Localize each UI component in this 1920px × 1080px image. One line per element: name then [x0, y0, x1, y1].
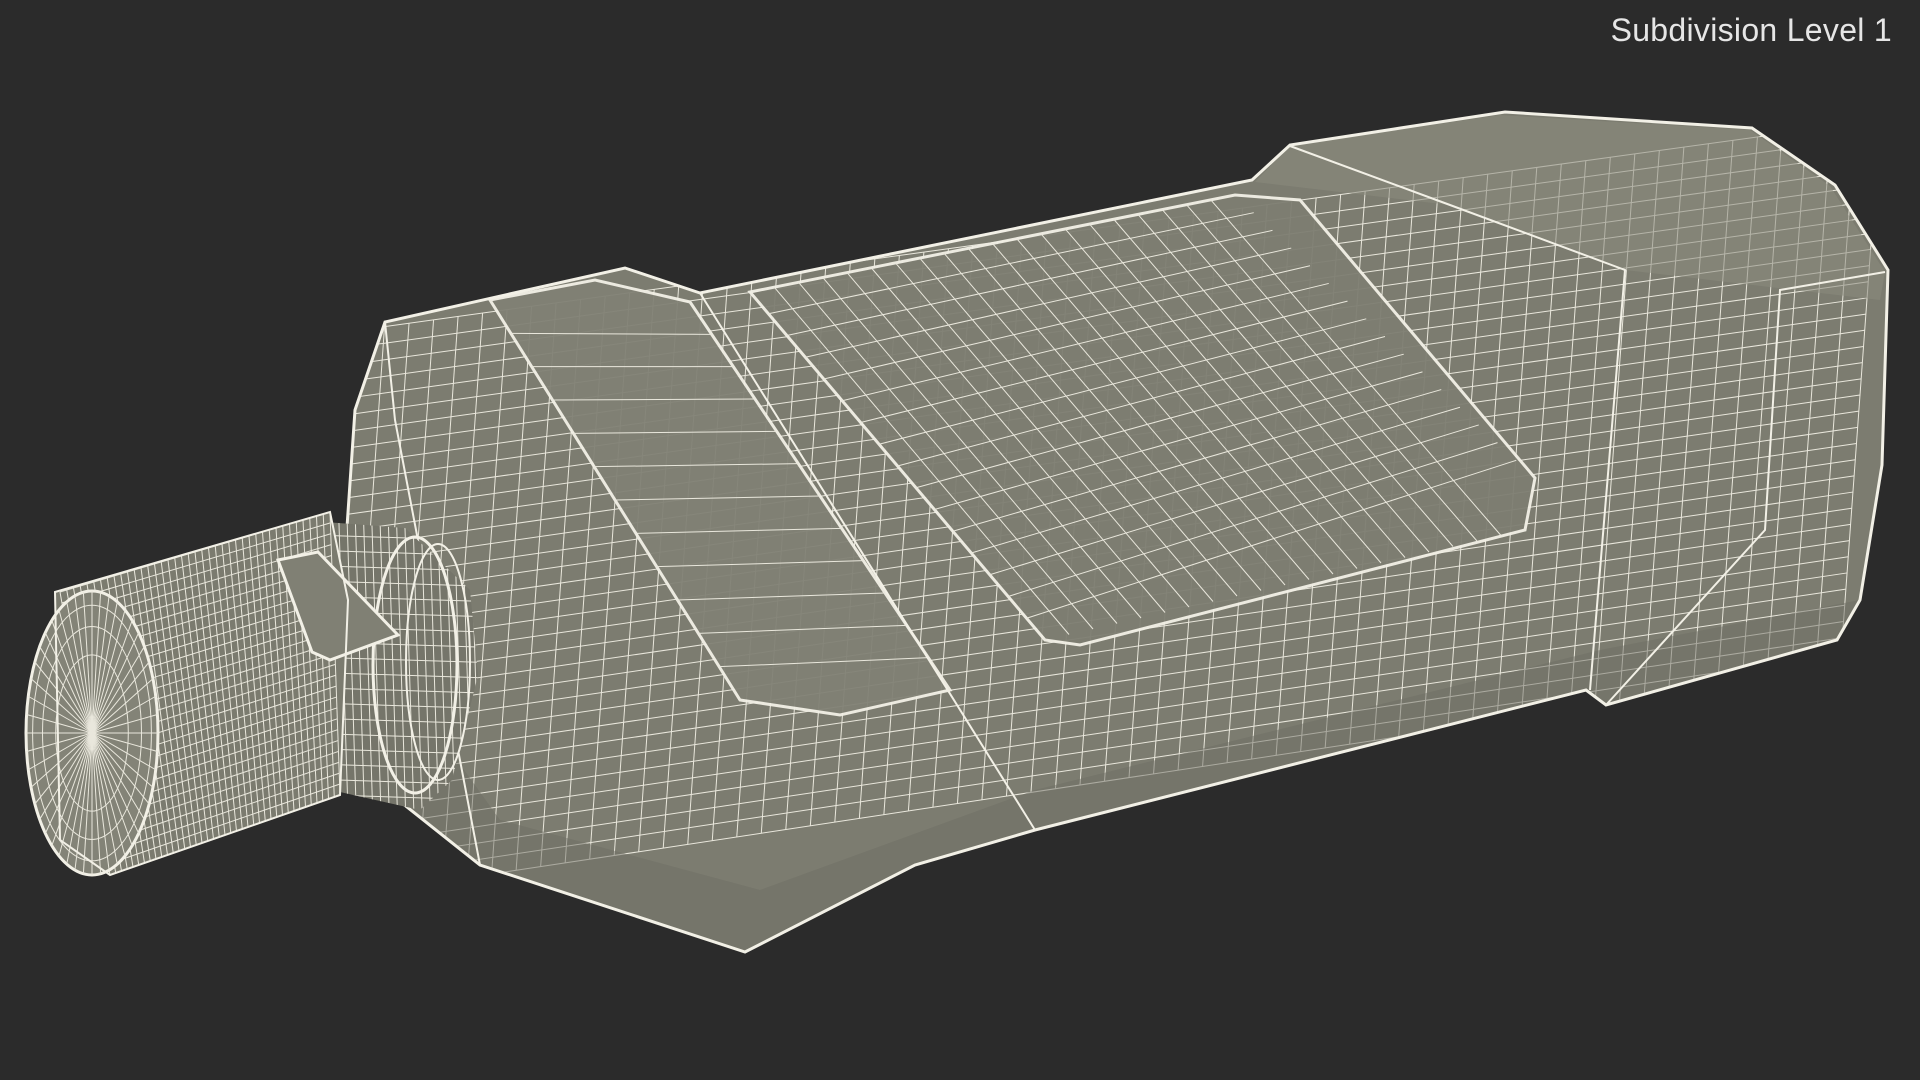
wireframe-bottle-render [24, 110, 1890, 954]
render-viewport[interactable]: Subdivision Level 1 [0, 0, 1920, 1080]
